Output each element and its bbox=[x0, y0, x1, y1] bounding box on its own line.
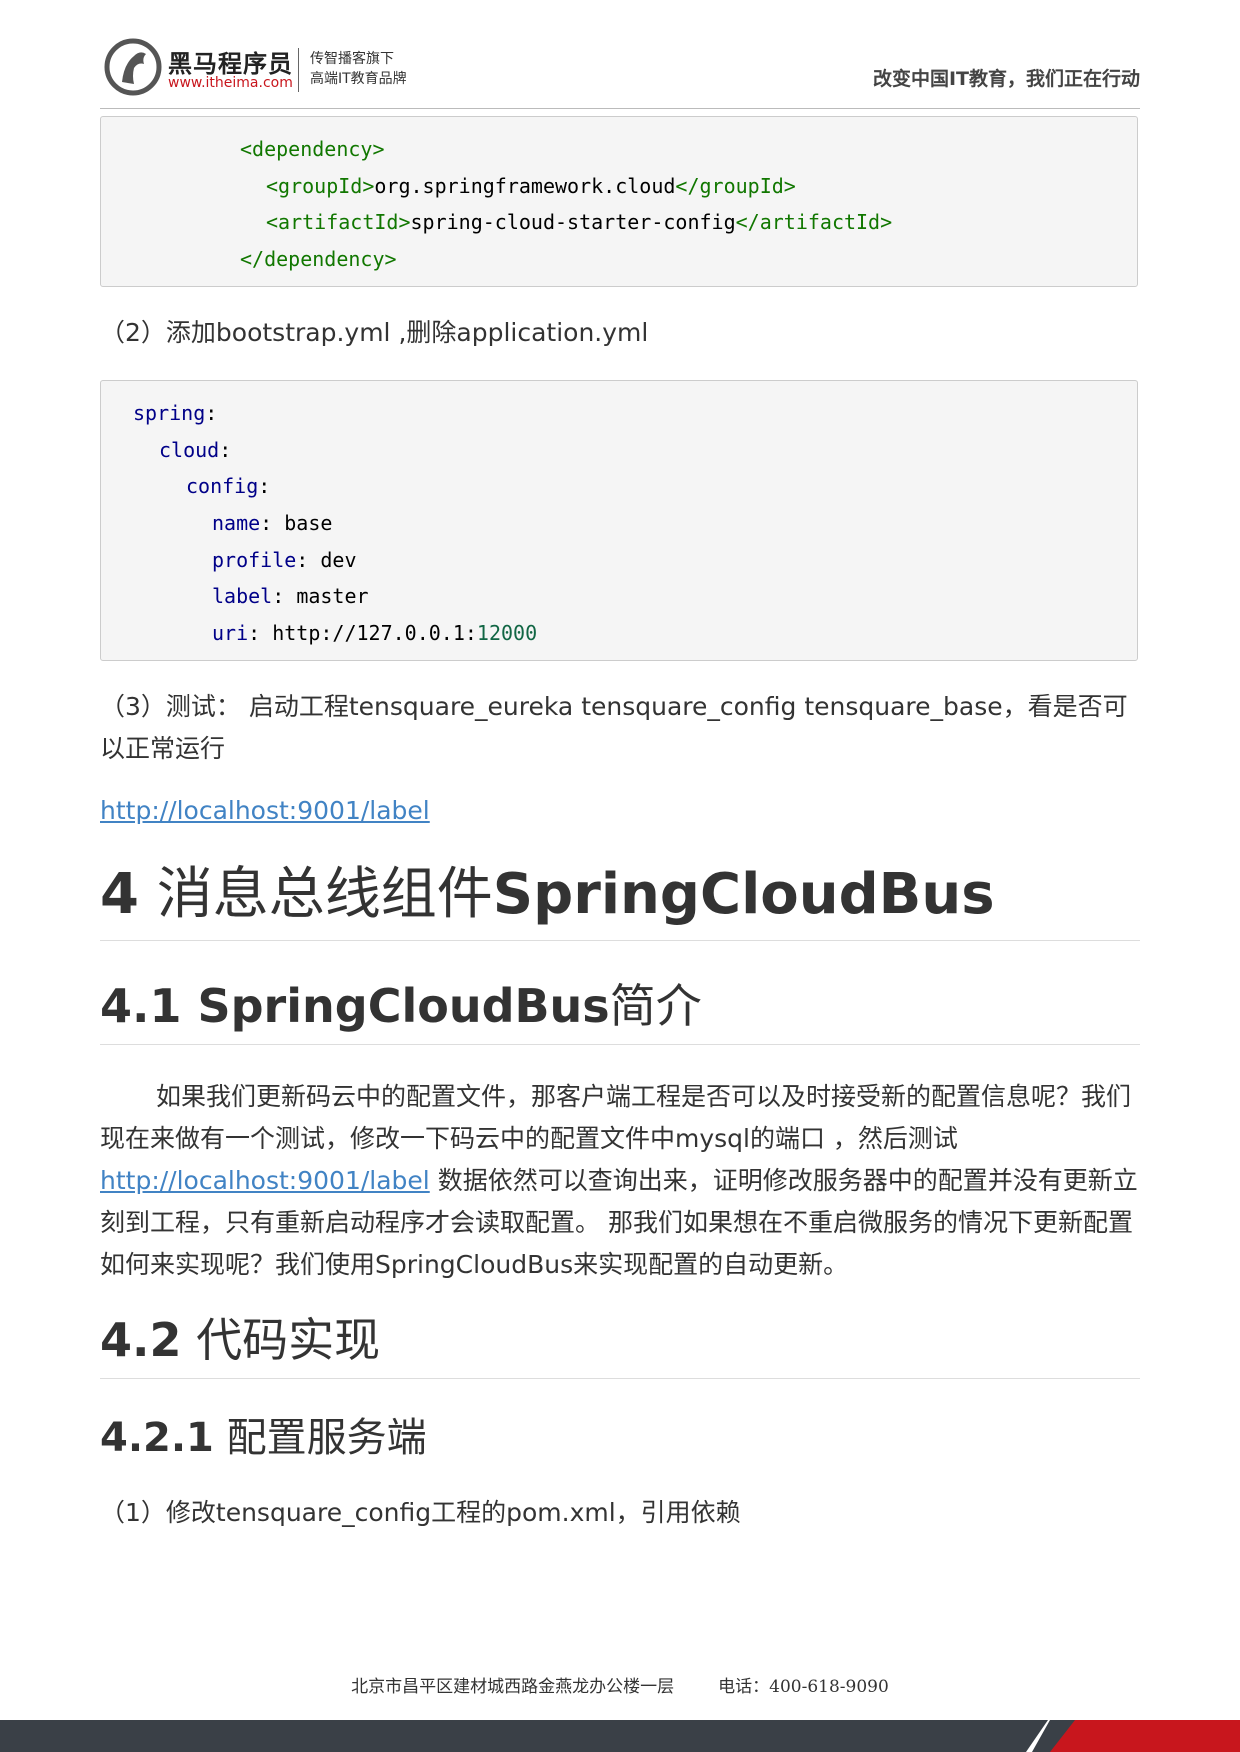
intro-paragraph: 如果我们更新码云中的配置文件，那客户端工程是否可以及时接受新的配置信息呢？我们现… bbox=[100, 1076, 1140, 1286]
heading-number: 4 bbox=[100, 862, 139, 927]
yaml-value: http://127.0.0.1: bbox=[272, 621, 477, 646]
section-heading-4: 4 消息总线组件SpringCloudBus bbox=[100, 860, 1140, 941]
yaml-key: name bbox=[212, 511, 261, 536]
code-block-bootstrap-yml: spring: cloud: config: name: base profil… bbox=[100, 380, 1138, 661]
xml-tag: <groupId> bbox=[266, 173, 375, 198]
yaml-key: config bbox=[186, 474, 259, 499]
yaml-value: dev bbox=[320, 547, 357, 572]
footer-info: 北京市昌平区建材城西路金燕龙办公楼一层 电话：400-618-9090 bbox=[0, 1672, 1240, 1697]
heading-bold-text: 4.2 bbox=[100, 1313, 182, 1367]
heading-rest-text: 配置服务端 bbox=[213, 1415, 427, 1461]
section-heading-4-2: 4.2 代码实现 bbox=[100, 1310, 1140, 1379]
brand-name: 黑马程序员 bbox=[168, 50, 293, 78]
yaml-key: profile bbox=[212, 547, 297, 572]
yaml-port: 12000 bbox=[476, 621, 538, 646]
yaml-value: base bbox=[284, 511, 333, 536]
xml-tag: <artifactId> bbox=[266, 210, 411, 235]
xml-tag: <dependency> bbox=[240, 137, 385, 161]
xml-value: spring-cloud-starter-config bbox=[410, 210, 736, 235]
heading-rest-text: 简介 bbox=[609, 979, 702, 1033]
intro-text-1: 如果我们更新码云中的配置文件，那客户端工程是否可以及时接受新的配置信息呢？我们现… bbox=[100, 1082, 1132, 1153]
xml-tag: </artifactId> bbox=[735, 210, 893, 235]
xml-tag: </dependency> bbox=[240, 247, 397, 272]
page-header: 黑马程序员 www.itheima.com 传智播客旗下 高端IT教育品牌 改变… bbox=[100, 30, 1140, 109]
horse-logo-icon bbox=[104, 38, 162, 96]
localhost-link-paragraph: http://localhost:9001/label bbox=[100, 790, 1140, 832]
brand-divider bbox=[298, 48, 299, 92]
brand-tagline-1: 传智播客旗下 bbox=[310, 51, 394, 67]
footer-red-accent bbox=[1050, 1720, 1240, 1752]
section-heading-4-2-1: 4.2.1 配置服务端 bbox=[100, 1412, 1140, 1464]
yaml-key: uri bbox=[212, 621, 249, 646]
yaml-key: spring bbox=[133, 401, 206, 425]
heading-bold-text: 4.2.1 bbox=[100, 1415, 214, 1461]
yaml-key: cloud bbox=[159, 437, 220, 462]
heading-rest-text: 代码实现 bbox=[181, 1313, 381, 1367]
footer-phone: 电话：400-618-9090 bbox=[718, 1677, 889, 1697]
heading-en-text: SpringCloudBus bbox=[492, 862, 995, 927]
brand-tagline-2: 高端IT教育品牌 bbox=[310, 71, 407, 87]
step-3-text: （3）测试： 启动工程tensquare_eureka tensquare_co… bbox=[100, 692, 1128, 763]
localhost-link-inline[interactable]: http://localhost:9001/label bbox=[100, 1166, 430, 1195]
yaml-value: master bbox=[296, 584, 369, 609]
yaml-key: label bbox=[212, 584, 273, 609]
code-block-dependency: <dependency> <groupId>org.springframewor… bbox=[100, 116, 1138, 287]
section-heading-4-1: 4.1 SpringCloudBus简介 bbox=[100, 976, 1140, 1045]
step-2-text: （2）添加bootstrap.yml ,删除application.yml bbox=[100, 318, 649, 347]
xml-value: org.springframework.cloud bbox=[374, 173, 676, 198]
step-1-text: （1）修改tensquare_config工程的pom.xml，引用依赖 bbox=[100, 1498, 741, 1527]
brand-url: www.itheima.com bbox=[168, 75, 293, 91]
header-slogan: 改变中国IT教育，我们正在行动 bbox=[872, 68, 1140, 90]
heading-bold-text: 4.1 SpringCloudBus bbox=[100, 979, 610, 1033]
footer-address: 北京市昌平区建材城西路金燕龙办公楼一层 bbox=[351, 1677, 675, 1697]
xml-tag: </groupId> bbox=[675, 173, 796, 198]
heading-cn-text: 消息总线组件 bbox=[138, 862, 493, 927]
localhost-link[interactable]: http://localhost:9001/label bbox=[100, 796, 430, 825]
